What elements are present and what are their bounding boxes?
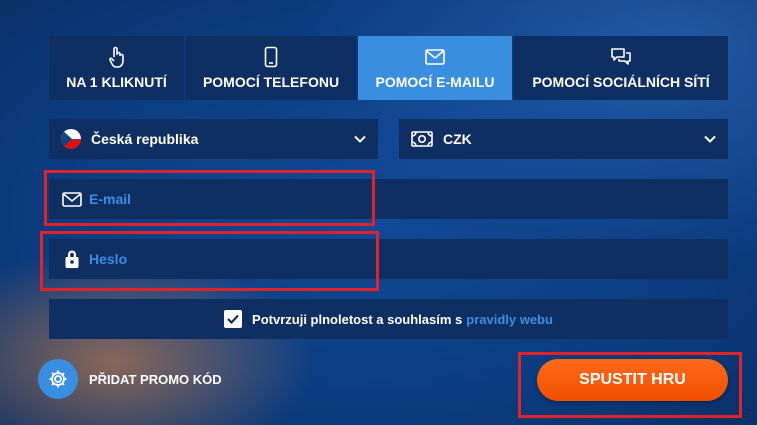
password-field[interactable] bbox=[49, 239, 728, 279]
country-select-value: Česká republika bbox=[91, 131, 199, 147]
chevron-down-icon bbox=[704, 135, 716, 143]
phone-icon bbox=[264, 46, 278, 68]
terms-link[interactable]: pravidly webu bbox=[466, 312, 553, 327]
tab-label: POMOCÍ TELEFONU bbox=[202, 74, 340, 90]
chat-bubbles-icon bbox=[610, 46, 632, 68]
consent-checkbox[interactable] bbox=[224, 310, 243, 328]
start-game-button[interactable]: SPUSTIT HRU bbox=[537, 359, 728, 401]
tab-phone[interactable]: POMOCÍ TELEFONU bbox=[186, 36, 358, 100]
pointer-hand-icon bbox=[108, 46, 126, 68]
lock-icon bbox=[61, 249, 83, 269]
money-icon bbox=[411, 131, 433, 147]
czech-flag-icon bbox=[61, 129, 81, 149]
country-select[interactable]: Česká republika bbox=[49, 119, 378, 159]
envelope-icon bbox=[61, 191, 83, 207]
envelope-icon bbox=[425, 46, 445, 68]
tab-social[interactable]: POMOCÍ SOCIÁLNÍCH SÍTÍ bbox=[514, 36, 728, 100]
promo-code-label: PŘIDAT PROMO KÓD bbox=[89, 371, 222, 387]
consent-row: Potvrzuji plnoletost a souhlasím s pravi… bbox=[49, 299, 728, 339]
email-field[interactable] bbox=[49, 179, 728, 219]
consent-text: Potvrzuji plnoletost a souhlasím s bbox=[252, 311, 463, 327]
tab-email[interactable]: POMOCÍ E-MAILU bbox=[358, 36, 514, 100]
promo-code-button[interactable]: PŘIDAT PROMO KÓD bbox=[38, 359, 222, 399]
currency-select[interactable]: CZK bbox=[399, 119, 728, 159]
password-input[interactable] bbox=[89, 251, 589, 267]
tab-label: POMOCÍ SOCIÁLNÍCH SÍTÍ bbox=[532, 74, 710, 90]
tab-label: POMOCÍ E-MAILU bbox=[375, 74, 495, 90]
chevron-down-icon bbox=[354, 135, 366, 143]
email-input[interactable] bbox=[89, 191, 589, 207]
gear-icon bbox=[38, 359, 78, 399]
currency-select-value: CZK bbox=[443, 131, 472, 147]
tab-one-click[interactable]: NA 1 KLIKNUTÍ bbox=[49, 36, 186, 100]
tab-label: NA 1 KLIKNUTÍ bbox=[66, 74, 167, 90]
registration-tabs: NA 1 KLIKNUTÍ POMOCÍ TELEFONU POMOCÍ E-M… bbox=[49, 36, 728, 100]
